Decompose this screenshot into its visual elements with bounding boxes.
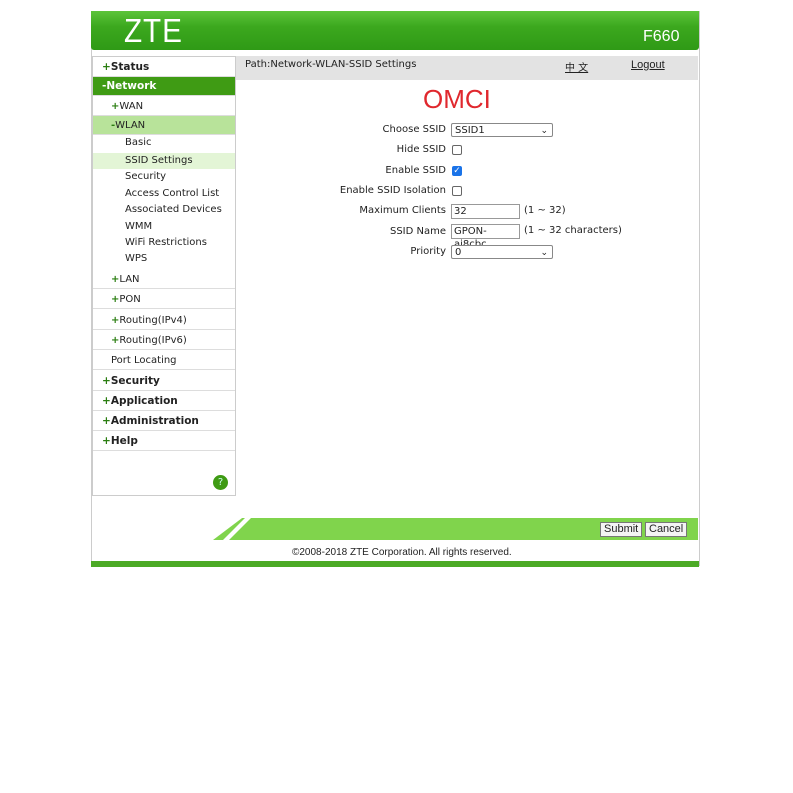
sidebar-item-associated-devices[interactable]: Associated Devices (93, 202, 235, 218)
breadcrumb: Path:Network-WLAN-SSID Settings (245, 59, 417, 70)
sidebar-item-wmm[interactable]: WMM (93, 219, 235, 235)
sidebar-item-wifi-restrictions[interactable]: WiFi Restrictions (93, 235, 235, 251)
choose-ssid-select[interactable]: SSID1 ⌄ (451, 123, 553, 137)
max-clients-hint: (1 ~ 32) (524, 205, 566, 216)
expand-icon: + (102, 435, 111, 447)
max-clients-input[interactable]: 32 (451, 204, 520, 219)
submit-button[interactable]: Submit (600, 522, 643, 537)
ssid-name-hint: (1 ~ 32 characters) (524, 225, 622, 236)
mode-title: OMCI (423, 84, 491, 114)
priority-label: Priority (410, 246, 446, 257)
choose-ssid-value: SSID1 (455, 125, 485, 136)
sidebar-item-label: Associated Devices (125, 204, 222, 215)
sidebar-item-label: Help (110, 435, 138, 447)
chevron-down-icon: ⌄ (540, 126, 548, 136)
sidebar-item-label: Security (110, 375, 160, 387)
sidebar-item-label: LAN (119, 274, 140, 285)
help-icon[interactable]: ? (213, 475, 228, 490)
copyright: ©2008-2018 ZTE Corporation. All rights r… (292, 547, 512, 558)
zte-logo: ZTE (124, 12, 183, 49)
sidebar-item-lan[interactable]: +LAN (93, 270, 235, 289)
sidebar-item-pon[interactable]: +PON (93, 290, 235, 309)
sidebar-item-label: WLAN (115, 120, 146, 131)
ssid-name-label: SSID Name (389, 226, 446, 237)
sidebar-item-routing-ipv4[interactable]: +Routing(IPv4) (93, 311, 235, 330)
sidebar-item-access-control-list[interactable]: Access Control List (93, 186, 235, 202)
expand-icon: + (102, 395, 111, 407)
sidebar-item-wlan[interactable]: -WLAN (93, 116, 235, 135)
sidebar-item-label: WPS (125, 253, 148, 264)
sidebar-item-label: Routing(IPv4) (119, 315, 187, 326)
logout-link[interactable]: Logout (631, 59, 665, 71)
sidebar-item-ssid-settings[interactable]: SSID Settings (93, 153, 235, 169)
sidebar-item-security[interactable]: +Security (93, 372, 235, 391)
sidebar-item-label: Routing(IPv6) (119, 335, 187, 346)
choose-ssid-label: Choose SSID (382, 124, 446, 135)
sidebar-item-basic[interactable]: Basic (93, 135, 235, 151)
sidebar-item-label: PON (119, 294, 141, 305)
priority-value: 0 (455, 247, 462, 258)
expand-icon: + (102, 61, 111, 73)
sidebar-item-label: Application (110, 395, 178, 407)
sidebar-item-label: Port Locating (111, 355, 177, 366)
sidebar-item-label: SSID Settings (125, 155, 193, 166)
sidebar-item-administration[interactable]: +Administration (93, 412, 235, 431)
sidebar-item-label: WMM (125, 221, 153, 232)
ssid-name-input[interactable]: GPON-aj8cbc (451, 224, 520, 250)
ssid-isolation-checkbox[interactable] (452, 186, 462, 196)
expand-icon: + (102, 415, 111, 427)
language-link[interactable]: 中 文 (565, 59, 588, 74)
sidebar-item-status[interactable]: +Status (93, 58, 235, 77)
sidebar-item-port-locating[interactable]: Port Locating (93, 351, 235, 370)
chevron-down-icon: ⌄ (540, 248, 548, 258)
max-clients-label: Maximum Clients (359, 205, 446, 216)
sidebar-item-help[interactable]: +Help (93, 432, 235, 451)
sidebar-item-label: Access Control List (125, 188, 220, 199)
sidebar-item-label: WiFi Restrictions (125, 237, 207, 248)
sidebar-item-application[interactable]: +Application (93, 392, 235, 411)
bottom-bar (91, 561, 699, 567)
sidebar-item-network[interactable]: -Network (93, 77, 235, 96)
enable-ssid-checkbox[interactable]: ✓ (452, 166, 462, 176)
sidebar-menu: +Status -Network +WAN -WLAN Basic SSID Settin… (92, 56, 236, 496)
model-name: F660 (643, 28, 680, 45)
hide-ssid-label: Hide SSID (396, 144, 446, 155)
sidebar-item-label: Basic (125, 137, 152, 148)
ssid-isolation-label: Enable SSID Isolation (339, 185, 446, 196)
hide-ssid-checkbox[interactable] (452, 145, 462, 155)
expand-icon: + (102, 375, 111, 387)
cancel-button[interactable]: Cancel (645, 522, 688, 537)
sidebar-item-wps[interactable]: WPS (93, 251, 235, 267)
sidebar-item-routing-ipv6[interactable]: +Routing(IPv6) (93, 331, 235, 350)
sidebar-item-label: Administration (110, 415, 199, 427)
sidebar-item-label: Status (110, 61, 150, 73)
sidebar-item-label: WAN (119, 101, 144, 112)
priority-select[interactable]: 0 ⌄ (451, 245, 553, 259)
sidebar-item-wan[interactable]: +WAN (93, 97, 235, 116)
sidebar-item-security[interactable]: Security (93, 169, 235, 185)
sidebar-item-label: Network (106, 80, 157, 92)
enable-ssid-label: Enable SSID (385, 165, 446, 176)
sidebar-item-label: Security (125, 171, 167, 182)
